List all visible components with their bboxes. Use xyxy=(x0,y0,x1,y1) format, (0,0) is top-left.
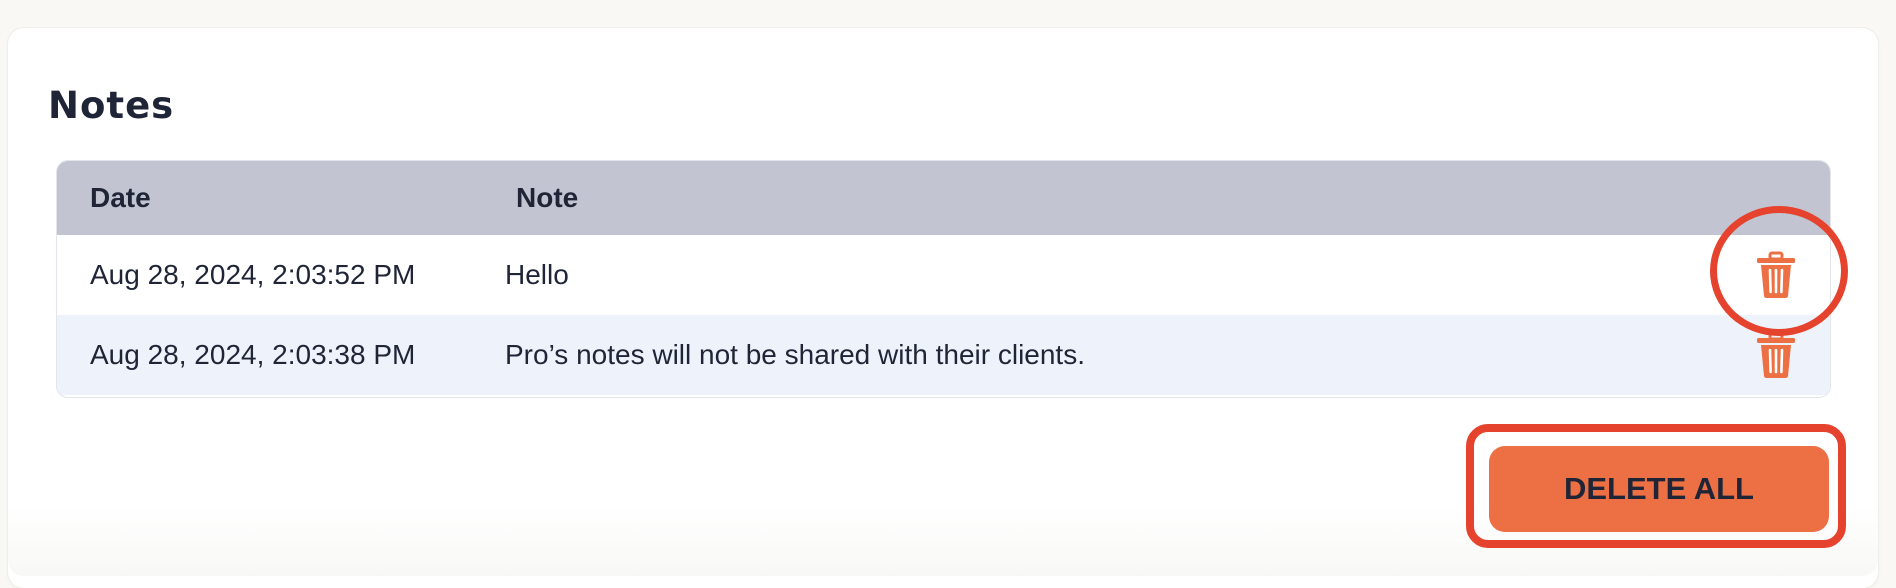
table-header: Date Note xyxy=(57,161,1830,235)
notes-table: Date Note Aug 28, 2024, 2:03:52 PM Hello… xyxy=(56,160,1831,398)
column-header-note: Note xyxy=(516,182,579,213)
table-row: Aug 28, 2024, 2:03:38 PM Pro’s notes wil… xyxy=(57,315,1830,395)
column-header-date: Date xyxy=(90,182,151,213)
note-date: Aug 28, 2024, 2:03:38 PM xyxy=(90,339,416,370)
note-text: Hello xyxy=(505,259,569,290)
trash-icon xyxy=(1757,251,1795,298)
delete-all-button[interactable]: DELETE ALL xyxy=(1489,446,1829,532)
delete-note-button[interactable] xyxy=(1751,330,1801,380)
trash-icon xyxy=(1757,331,1795,378)
table-row: Aug 28, 2024, 2:03:52 PM Hello xyxy=(57,235,1830,315)
notes-title: Notes xyxy=(48,84,175,127)
note-text: Pro’s notes will not be shared with thei… xyxy=(505,339,1085,370)
delete-note-button[interactable] xyxy=(1751,250,1801,300)
note-date: Aug 28, 2024, 2:03:52 PM xyxy=(90,259,416,290)
